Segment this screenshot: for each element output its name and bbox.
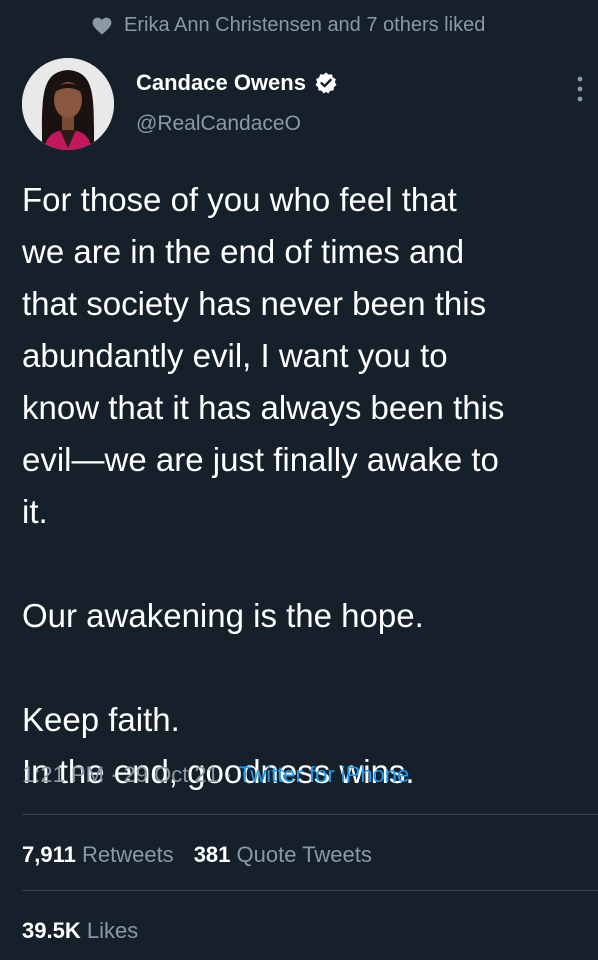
tweet-line: evil—we are just finally awake to [22, 441, 499, 478]
likes-stat[interactable]: 39.5K Likes [22, 918, 138, 944]
tweet-line: Our awakening is the hope. [22, 597, 424, 634]
verified-badge-icon [314, 71, 338, 95]
avatar[interactable] [22, 58, 114, 150]
tweet-line: For those of you who feel that [22, 181, 457, 218]
retweets-count: 7,911 [22, 842, 76, 867]
tweet-time[interactable]: 1:21 PM [22, 762, 104, 787]
social-context-text: Erika Ann Christensen and 7 others liked [124, 14, 486, 36]
author-handle[interactable]: @RealCandaceO [136, 112, 301, 136]
likes-label: Likes [86, 918, 139, 943]
tweet-meta: 1:21 PM · 29 Oct 21 · Twitter for iPhone [22, 762, 409, 788]
quote-tweets-count: 381 [193, 842, 231, 867]
divider [22, 814, 598, 815]
divider [22, 890, 598, 891]
tweet-line: know that it has always been this [22, 389, 505, 426]
tweet-source-link[interactable]: Twitter for iPhone [238, 762, 409, 787]
meta-separator: · [225, 762, 233, 787]
quote-tweets-stat[interactable]: 381 Quote Tweets [194, 842, 372, 868]
tweet-line: that society has never been this [22, 285, 487, 322]
likes-stats-row: 39.5K Likes [22, 918, 138, 944]
tweet-text: For those of you who feel that we are in… [22, 174, 592, 798]
tweet-line: Keep faith. [22, 701, 180, 738]
tweet-date[interactable]: 29 Oct 21 [124, 762, 219, 787]
likes-count: 39.5K [22, 918, 81, 943]
tweet-line: it. [22, 493, 48, 530]
meta-separator: · [110, 762, 118, 787]
engagement-stats-row: 7,911 Retweets 381 Quote Tweets [22, 842, 372, 868]
author-name: Candace Owens [136, 70, 306, 95]
tweet-line: we are in the end of times and [22, 233, 465, 270]
retweets-label: Retweets [81, 842, 174, 867]
quote-tweets-label: Quote Tweets [236, 842, 372, 867]
heart-icon [92, 17, 112, 35]
social-context[interactable]: Erika Ann Christensen and 7 others liked [92, 14, 485, 37]
more-options-icon[interactable] [576, 74, 584, 104]
tweet-line: abundantly evil, I want you to [22, 337, 448, 374]
author-name-row[interactable]: Candace Owens [136, 70, 338, 96]
retweets-stat[interactable]: 7,911 Retweets [22, 842, 174, 868]
